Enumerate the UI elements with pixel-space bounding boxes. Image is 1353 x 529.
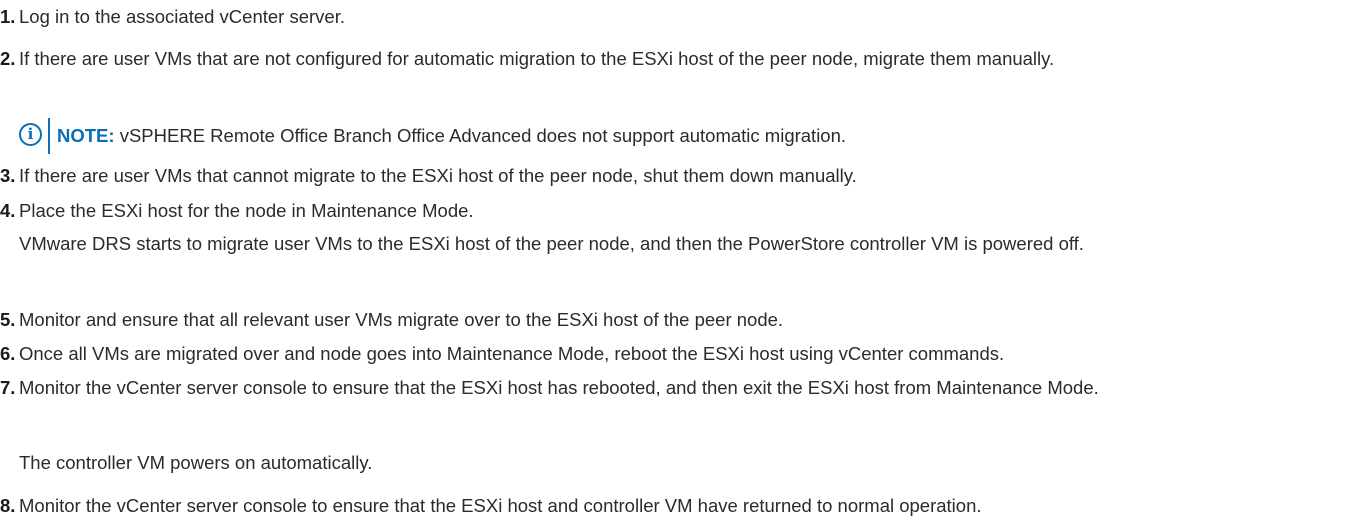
step-text: If there are user VMs that cannot migrat… [19, 165, 857, 186]
note-text: NOTE: vSPHERE Remote Office Branch Offic… [57, 123, 846, 148]
step-text: Monitor the vCenter server console to en… [19, 377, 1099, 398]
step-number: 3. [0, 165, 16, 186]
step-number: 4. [0, 200, 16, 221]
step-number: 6. [0, 343, 16, 364]
step-number: 1. [0, 6, 16, 27]
step-result: VMware DRS starts to migrate user VMs to… [19, 233, 1084, 254]
info-icon: i [19, 123, 42, 146]
note-divider [48, 118, 50, 154]
note-label: NOTE: [57, 125, 115, 146]
step-number: 7. [0, 377, 16, 398]
note-callout: i NOTE: vSPHERE Remote Office Branch Off… [19, 118, 1339, 154]
step-text: If there are user VMs that are not confi… [19, 48, 1055, 69]
step-number: 8. [0, 495, 16, 516]
step-number: 2. [0, 48, 16, 69]
step-text: Log in to the associated vCenter server. [19, 6, 345, 27]
note-body: vSPHERE Remote Office Branch Office Adva… [114, 125, 847, 146]
step-text: Monitor the vCenter server console to en… [19, 495, 982, 516]
step-result: The controller VM powers on automaticall… [19, 452, 373, 473]
step-text: Once all VMs are migrated over and node … [19, 343, 1005, 364]
step-text: Place the ESXi host for the node in Main… [19, 200, 474, 221]
step-text: Monitor and ensure that all relevant use… [19, 309, 784, 330]
step-number: 5. [0, 309, 16, 330]
